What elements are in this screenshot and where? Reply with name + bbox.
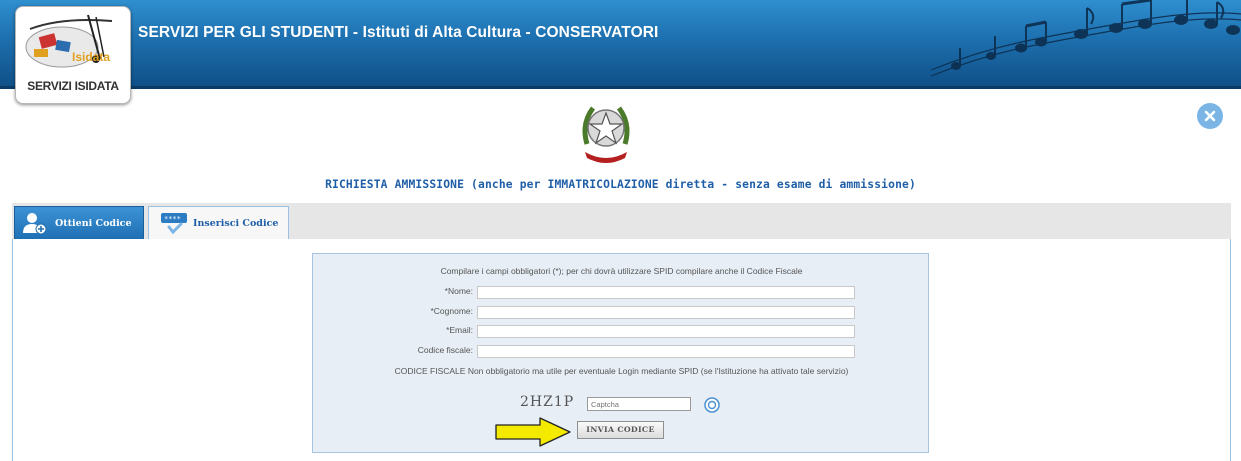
header-divider <box>0 86 1241 89</box>
refresh-captcha-icon[interactable] <box>704 397 720 413</box>
close-button[interactable] <box>1197 103 1223 129</box>
captcha-input[interactable] <box>587 397 691 411</box>
italian-republic-emblem-icon <box>582 106 630 163</box>
tab-ottieni-codice-label: Ottieni Codice <box>55 217 132 229</box>
close-icon <box>1204 110 1216 122</box>
tab-inserisci-codice-label: Inserisci Codice <box>193 217 279 229</box>
app-header: SERVIZI PER GLI STUDENTI - Istituti di A… <box>0 0 1241 88</box>
cognome-input[interactable] <box>477 306 855 319</box>
codice-fiscale-note: CODICE FISCALE Non obbligatorio ma utile… <box>394 366 849 376</box>
logo[interactable]: Isidata SERVIZI ISIDATA <box>15 6 131 104</box>
email-input[interactable] <box>477 325 855 338</box>
yellow-arrow-icon <box>495 417 571 447</box>
logo-caption: SERVIZI ISIDATA <box>27 79 119 93</box>
user-icon <box>23 213 47 235</box>
form-intro-text: Compilare i campi obbligatori (*); per c… <box>440 266 803 276</box>
email-label: *Email: <box>446 325 473 335</box>
captcha-image: 2HZ1P <box>520 394 575 410</box>
svg-text:****: **** <box>164 215 181 223</box>
svg-text:Isidata: Isidata <box>72 50 110 64</box>
tab-inserisci-codice[interactable]: **** Inserisci Codice <box>148 206 289 239</box>
codice-fiscale-input[interactable] <box>477 345 855 358</box>
request-form: Compilare i campi obbligatori (*); per c… <box>312 253 929 453</box>
nome-input[interactable] <box>477 286 855 299</box>
cognome-label: *Cognome: <box>430 306 473 316</box>
page-title: RICHIESTA AMMISSIONE (anche per IMMATRIC… <box>325 178 916 191</box>
header-title: SERVIZI PER GLI STUDENTI - Istituti di A… <box>138 24 659 41</box>
tab-ottieni-codice[interactable]: Ottieni Codice <box>14 206 144 239</box>
nome-label: *Nome: <box>444 286 473 296</box>
invia-codice-button[interactable]: INVIA CODICE <box>577 421 664 439</box>
isidata-logo-icon: Isidata <box>25 14 113 68</box>
tab-bar: Ottieni Codice **** Inserisci Codice <box>12 203 1231 241</box>
music-notes-decoration <box>930 0 1241 77</box>
codice-fiscale-label: Codice fiscale: <box>417 345 473 355</box>
keyboard-check-icon: **** <box>161 213 187 235</box>
